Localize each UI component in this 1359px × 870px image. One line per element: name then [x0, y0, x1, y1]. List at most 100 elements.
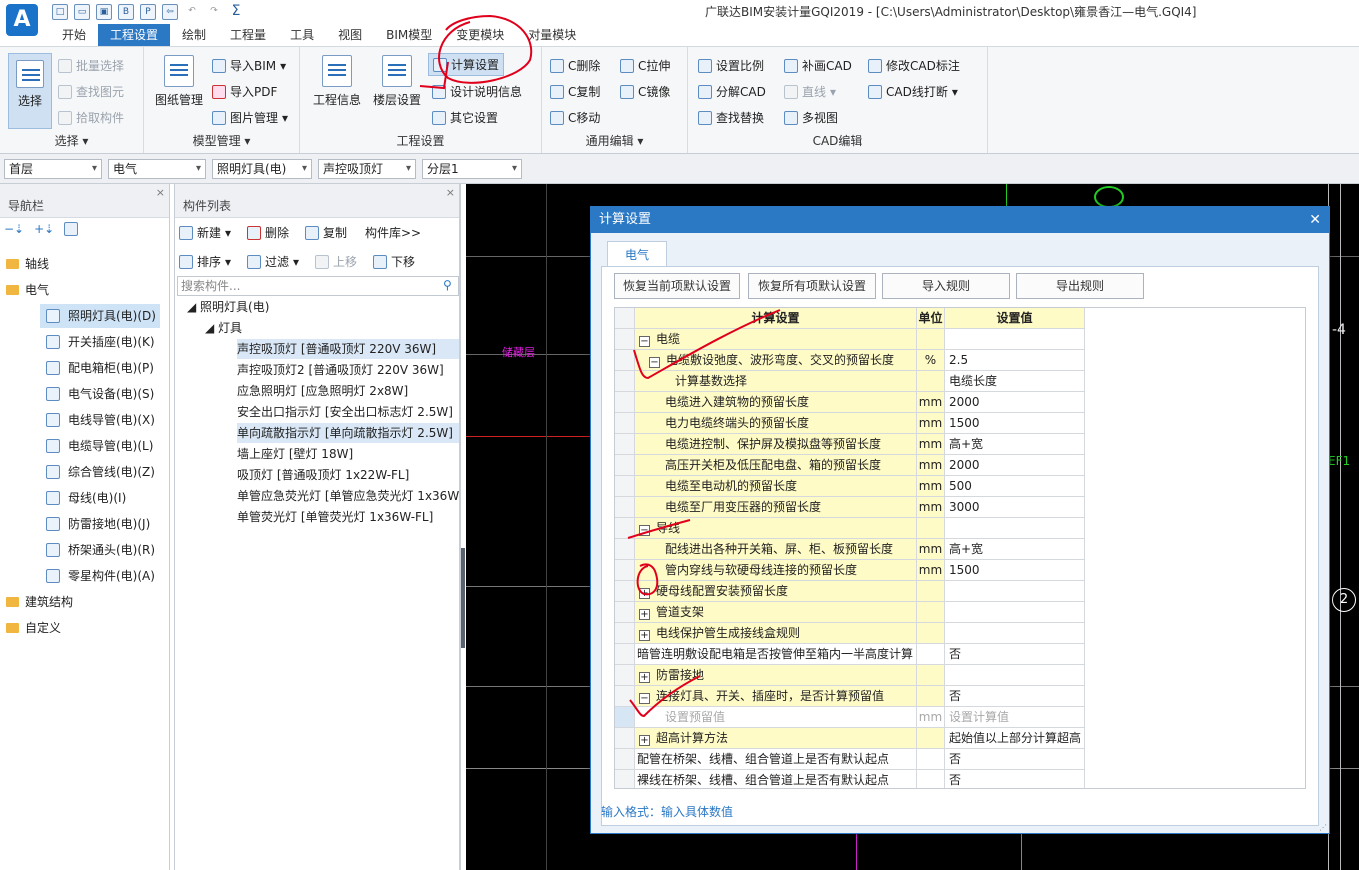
grid-row[interactable]: 电缆至厂用变压器的预留长度 mm 3000	[615, 497, 1305, 518]
new-button[interactable]: 新建 ▾	[179, 224, 231, 241]
menu-1[interactable]: 工程设置	[98, 24, 171, 46]
setting-value[interactable]	[945, 602, 1085, 623]
grid-row[interactable]: 电力电缆终端头的预留长度 mm 1500	[615, 413, 1305, 434]
grid-row[interactable]: 配管在桥架、线槽、组合管道上是否有默认起点 否	[615, 749, 1305, 770]
setting-value[interactable]	[945, 581, 1085, 602]
nav-item[interactable]: 电线导管(电)(X)	[0, 408, 170, 432]
project-info-button[interactable]: 工程信息	[310, 55, 364, 108]
tree-group[interactable]: ◢ 灯具	[205, 318, 242, 338]
component-item[interactable]: 应急照明灯 [应急照明灯 2x8W]	[237, 381, 459, 401]
tab-electrical[interactable]: 电气	[607, 241, 667, 267]
setting-value[interactable]: 电缆长度	[945, 371, 1085, 392]
select-group-label[interactable]: 选择 ▾	[0, 132, 143, 149]
grid-row[interactable]: − 电缆	[615, 329, 1305, 350]
c-mirror-button[interactable]: C镜像	[620, 83, 670, 100]
tree-root[interactable]: ◢ 照明灯具(电)	[187, 297, 269, 317]
expand-icon[interactable]: +	[639, 588, 650, 599]
component-item[interactable]: 吸顶灯 [普通吸顶灯 1x22W-FL]	[237, 465, 459, 485]
grid-row[interactable]: + 超高计算方法 起始值以上部分计算超高	[615, 728, 1305, 749]
import-icon[interactable]: ⇦	[162, 4, 178, 20]
setting-value[interactable]: 2000	[945, 392, 1085, 413]
drawing-manage-button[interactable]: 图纸管理	[152, 55, 206, 108]
component-item[interactable]: 声控吸顶灯2 [普通吸顶灯 220V 36W]	[237, 360, 459, 380]
new-file-icon[interactable]: □	[52, 4, 68, 20]
setting-value[interactable]: 否	[945, 686, 1085, 707]
setting-value[interactable]: 否	[945, 749, 1085, 770]
nav-item[interactable]: 零星构件(电)(A)	[0, 564, 170, 588]
move-down-button[interactable]: 下移	[373, 253, 415, 270]
nav-item[interactable]: 桥架通头(电)(R)	[0, 538, 170, 562]
component-item[interactable]: 墙上座灯 [壁灯 18W]	[237, 444, 459, 464]
restore-current-default-button[interactable]: 恢复当前项默认设置	[614, 273, 740, 299]
grid-row[interactable]: 电缆至电动机的预留长度 mm 500	[615, 476, 1305, 497]
menu-8[interactable]: 对量模块	[516, 24, 588, 46]
bim-icon[interactable]: B	[118, 4, 134, 20]
grid-row[interactable]: + 电线保护管生成接线盒规则	[615, 623, 1305, 644]
setting-value[interactable]: 1500	[945, 560, 1085, 581]
setting-value[interactable]	[945, 623, 1085, 644]
expand-icon[interactable]: +	[639, 672, 650, 683]
grid-row[interactable]: + 防雷接地	[615, 665, 1305, 686]
nav-item[interactable]: 自定义	[0, 616, 170, 640]
nav-item[interactable]: 配电箱柜(电)(P)	[0, 356, 170, 380]
floor-select[interactable]: 首层	[4, 159, 102, 179]
expand-all-icon[interactable]: +⇣	[34, 222, 54, 236]
grid-row[interactable]: 电缆进入建筑物的预留长度 mm 2000	[615, 392, 1305, 413]
other-settings-button[interactable]: 其它设置	[432, 109, 498, 126]
calc-settings-button[interactable]: 计算设置	[428, 53, 505, 76]
menu-2[interactable]: 绘制	[170, 24, 218, 46]
component-item[interactable]: 单管荧光灯 [单管荧光灯 1x36W-FL]	[237, 507, 459, 527]
grid-row[interactable]: 电缆进控制、保护屏及模拟盘等预留长度 mm 高+宽	[615, 434, 1305, 455]
grid-row[interactable]: 暗管连明敷设配电箱是否按管伸至箱内一半高度计算 否	[615, 644, 1305, 665]
expand-icon[interactable]: +	[639, 735, 650, 746]
setting-value[interactable]: 1500	[945, 413, 1085, 434]
menu-3[interactable]: 工程量	[218, 24, 278, 46]
nav-item[interactable]: 电缆导管(电)(L)	[0, 434, 170, 458]
setting-value[interactable]: 2.5	[945, 350, 1085, 371]
expand-icon[interactable]: +	[639, 609, 650, 620]
select-button[interactable]: 选择	[8, 53, 52, 129]
component-search-input[interactable]: 搜索构件...	[177, 276, 459, 296]
setting-value[interactable]: 500	[945, 476, 1085, 497]
grid-row[interactable]: 计算基数选择 电缆长度	[615, 371, 1305, 392]
set-scale-button[interactable]: 设置比例	[698, 57, 764, 74]
restore-all-default-button[interactable]: 恢复所有项默认设置	[748, 273, 876, 299]
setting-value[interactable]	[945, 518, 1085, 539]
sort-button[interactable]: 排序 ▾	[179, 253, 231, 270]
design-info-button[interactable]: 设计说明信息	[432, 83, 522, 100]
menu-5[interactable]: 视图	[326, 24, 374, 46]
nav-item[interactable]: 照明灯具(电)(D)	[40, 304, 160, 328]
export-rules-button[interactable]: 导出规则	[1016, 273, 1144, 299]
c-delete-button[interactable]: C删除	[550, 57, 600, 74]
grid-row[interactable]: − 导线	[615, 518, 1305, 539]
component-select[interactable]: 声控吸顶灯	[318, 159, 416, 179]
collapse-icon[interactable]: −	[649, 357, 660, 368]
c-copy-button[interactable]: C复制	[550, 83, 600, 100]
floor-settings-button[interactable]: 楼层设置	[370, 55, 424, 108]
app-logo[interactable]: A	[6, 4, 38, 36]
grid-row[interactable]: 配线进出各种开关箱、屏、柜、板预留长度 mm 高+宽	[615, 539, 1305, 560]
setting-value[interactable]: 否	[945, 770, 1085, 788]
find-replace-button[interactable]: 查找替换	[698, 109, 764, 126]
layer-select[interactable]: 分层1	[422, 159, 522, 179]
close-icon[interactable]: ✕	[1309, 207, 1321, 233]
c-move-button[interactable]: C移动	[550, 109, 600, 126]
setting-value[interactable]: 2000	[945, 455, 1085, 476]
line-button[interactable]: 直线 ▾	[784, 83, 836, 100]
import-pdf-button[interactable]: 导入PDF	[212, 83, 277, 100]
open-folder-icon[interactable]: ▭	[74, 4, 90, 20]
setting-value[interactable]	[945, 665, 1085, 686]
delete-button[interactable]: 删除	[247, 224, 289, 241]
collapse-icon[interactable]: −	[639, 693, 650, 704]
sum-icon[interactable]: Σ	[228, 4, 244, 20]
nav-item[interactable]: 开关插座(电)(K)	[0, 330, 170, 354]
nav-item[interactable]: 综合管线(电)(Z)	[0, 460, 170, 484]
component-type-select[interactable]: 照明灯具(电)	[212, 159, 312, 179]
grid-row[interactable]: 设置预留值 mm 设置计算值	[615, 707, 1305, 728]
component-item[interactable]: 安全出口指示灯 [安全出口标志灯 2.5W]	[237, 402, 459, 422]
grid-row[interactable]: 管内穿线与软硬母线连接的预留长度 mm 1500	[615, 560, 1305, 581]
nav-item[interactable]: 电气	[0, 278, 170, 302]
redraw-cad-button[interactable]: 补画CAD	[784, 57, 852, 74]
modify-cad-label-button[interactable]: 修改CAD标注	[868, 57, 960, 74]
nav-item[interactable]: 母线(电)(I)	[0, 486, 170, 510]
